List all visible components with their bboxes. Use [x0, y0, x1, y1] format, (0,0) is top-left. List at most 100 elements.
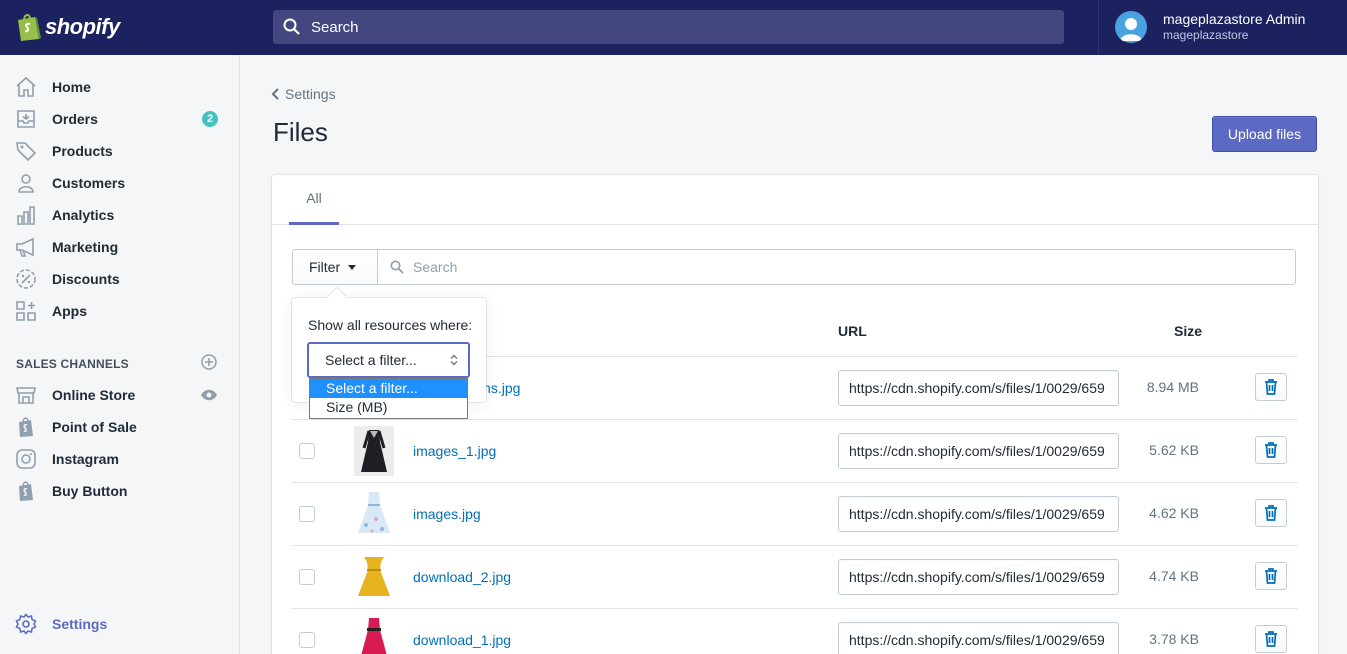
column-header-url: URL — [838, 323, 867, 339]
global-search-input[interactable]: Search — [273, 10, 1064, 44]
sidebar-item-point-of-sale[interactable]: Point of Sale — [0, 411, 239, 443]
store-icon — [16, 387, 36, 404]
file-url-field[interactable]: https://cdn.shopify.com/s/files/1/0029/6… — [838, 559, 1119, 595]
delete-button[interactable] — [1255, 373, 1287, 401]
trash-icon — [1265, 379, 1277, 395]
buy-button-bag-icon — [19, 481, 33, 501]
file-size: 4.62 KB — [1149, 505, 1199, 521]
eye-icon[interactable] — [200, 379, 218, 411]
file-url-field[interactable]: https://cdn.shopify.com/s/files/1/0029/6… — [838, 496, 1119, 532]
dress-thumbnail-image[interactable] — [354, 426, 394, 476]
user-name: mageplazastore Admin — [1163, 11, 1306, 27]
add-channel-plus-icon[interactable] — [201, 354, 217, 370]
search-icon — [283, 18, 300, 35]
file-url-field[interactable]: https://cdn.shopify.com/s/files/1/0029/6… — [838, 433, 1119, 469]
search-icon — [390, 260, 404, 274]
file-name-link[interactable]: download_1.jpg — [413, 632, 511, 648]
trash-icon — [1265, 505, 1277, 521]
sidebar-item-customers[interactable]: Customers — [0, 167, 239, 199]
sidebar-item-label: Instagram — [52, 451, 119, 467]
sidebar-item-label: Products — [52, 143, 113, 159]
shopify-bag-icon — [18, 14, 41, 41]
sidebar-item-instagram[interactable]: Instagram — [0, 443, 239, 475]
sidebar-item-home[interactable]: Home — [0, 71, 239, 103]
user-avatar-icon — [1120, 18, 1142, 41]
user-menu[interactable]: mageplazastore Admin mageplazastore — [1098, 0, 1347, 55]
file-name-link[interactable]: images_1.jpg — [413, 443, 496, 459]
column-header-size[interactable]: Size — [1174, 323, 1202, 339]
sidebar-item-buy-button[interactable]: Buy Button — [0, 475, 239, 507]
file-size: 4.74 KB — [1149, 568, 1199, 584]
sidebar-item-label: Marketing — [52, 239, 119, 255]
gear-icon — [15, 613, 37, 635]
delete-button[interactable] — [1255, 436, 1287, 464]
filter-select-value: Select a filter... — [325, 352, 417, 368]
sidebar-item-label: Orders — [52, 111, 98, 127]
upload-files-button[interactable]: Upload files — [1212, 116, 1317, 152]
sidebar-item-discounts[interactable]: Discounts — [0, 263, 239, 295]
apps-icon — [16, 301, 36, 321]
delete-button[interactable] — [1255, 499, 1287, 527]
delete-button[interactable] — [1255, 625, 1287, 653]
tab-all[interactable]: All — [289, 175, 339, 225]
sidebar-item-orders[interactable]: Orders 2 — [0, 103, 239, 135]
file-url-field[interactable]: https://cdn.shopify.com/s/files/1/0029/6… — [838, 370, 1119, 406]
table-row: images.jpg https://cdn.shopify.com/s/fil… — [292, 482, 1298, 545]
sidebar-item-analytics[interactable]: Analytics — [0, 199, 239, 231]
file-url-field[interactable]: https://cdn.shopify.com/s/files/1/0029/6… — [838, 622, 1119, 654]
person-icon — [18, 174, 34, 193]
global-search-placeholder: Search — [311, 18, 359, 36]
sidebar-item-label: Online Store — [52, 387, 136, 403]
select-arrows-icon — [450, 354, 458, 366]
file-size: 8.94 MB — [1146, 379, 1199, 395]
sidebar-item-label: Home — [52, 79, 91, 95]
file-size: 3.78 KB — [1149, 631, 1199, 647]
orders-count-badge: 2 — [202, 111, 218, 127]
breadcrumb[interactable]: Settings — [270, 86, 336, 102]
sidebar-item-label: Customers — [52, 175, 126, 191]
top-bar: shopify Search mageplazastore Admin mage… — [0, 0, 1347, 55]
bar-chart-icon — [17, 206, 35, 225]
sidebar-item-online-store[interactable]: Online Store — [0, 379, 239, 411]
sidebar-item-label: Buy Button — [52, 483, 128, 499]
sidebar-item-apps[interactable]: Apps — [0, 295, 239, 327]
shopify-logo[interactable]: shopify — [15, 12, 120, 42]
avatar — [1115, 11, 1147, 43]
row-checkbox[interactable] — [299, 632, 315, 648]
sidebar-item-marketing[interactable]: Marketing — [0, 231, 239, 263]
trash-icon — [1265, 568, 1277, 584]
dress-thumbnail-image[interactable] — [354, 615, 394, 654]
trash-icon — [1265, 442, 1277, 458]
store-name: mageplazastore — [1163, 28, 1249, 42]
filter-popover-label: Show all resources where: — [308, 317, 473, 333]
file-name-link[interactable]: images.jpg — [413, 506, 481, 522]
sidebar: Home Orders 2 Products Customers Analyti… — [0, 55, 240, 654]
sidebar-item-label: Point of Sale — [52, 419, 137, 435]
row-checkbox[interactable] — [299, 506, 315, 522]
filter-option-size-mb[interactable]: Size (MB) — [310, 398, 467, 417]
file-name-link[interactable]: download_2.jpg — [413, 569, 511, 585]
sidebar-item-products[interactable]: Products — [0, 135, 239, 167]
delete-button[interactable] — [1255, 562, 1287, 590]
dress-thumbnail-image[interactable] — [354, 552, 394, 602]
dress-thumbnail-image[interactable] — [354, 489, 394, 539]
files-search-input[interactable]: Search — [377, 249, 1296, 285]
filter-select-options: Select a filter... Size (MB) — [309, 378, 468, 419]
tab-bar: All — [272, 175, 1318, 225]
caret-down-icon — [348, 264, 357, 270]
page-title: Files — [273, 117, 328, 147]
sidebar-item-label: Settings — [52, 616, 108, 632]
instagram-icon — [16, 449, 36, 469]
table-row: download_1.jpg https://cdn.shopify.com/s… — [292, 608, 1298, 654]
row-checkbox[interactable] — [299, 443, 315, 459]
discount-icon — [16, 269, 36, 289]
sidebar-item-settings[interactable]: Settings — [0, 608, 239, 640]
sidebar-item-label: Analytics — [52, 207, 115, 223]
row-checkbox[interactable] — [299, 569, 315, 585]
filter-select[interactable]: Select a filter... — [307, 342, 470, 378]
sidebar-item-label: Discounts — [52, 271, 120, 287]
tag-icon — [16, 142, 37, 162]
filter-button[interactable]: Filter — [292, 249, 378, 285]
filter-option-select[interactable]: Select a filter... — [310, 379, 467, 398]
megaphone-icon — [16, 237, 34, 257]
